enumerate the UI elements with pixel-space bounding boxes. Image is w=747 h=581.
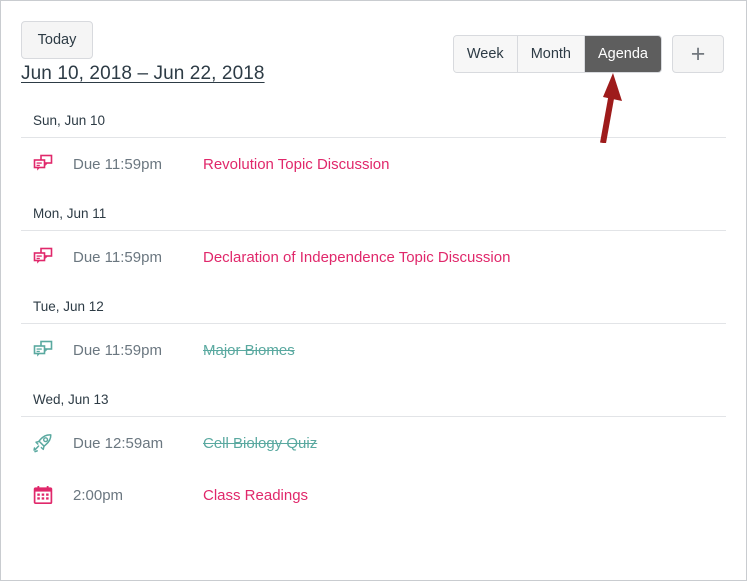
agenda-event-row[interactable]: Due 11:59pm Major Biomes [21,324,726,376]
agenda-event-row[interactable]: Due 11:59pm Revolution Topic Discussion [21,138,726,190]
event-time: Due 12:59am [73,434,164,452]
discussion-icon [33,154,53,171]
discussion-icon-wrapper [33,247,59,267]
calendar-toolbar: Today Jun 10, 2018 – Jun 22, 2018 Week M… [1,1,746,97]
event-time: Due 11:59pm [73,248,162,266]
today-button[interactable]: Today [21,21,93,59]
event-time: 2:00pm [73,486,124,504]
date-range-label[interactable]: Jun 10, 2018 – Jun 22, 2018 [21,63,265,85]
agenda-list: Sun, Jun 10 Due 11:59pm Revolution Topic D… [1,97,746,521]
agenda-day-header: Wed, Jun 13 [21,376,726,417]
event-title-link[interactable]: Cell Biology Quiz [203,435,317,452]
quiz-rocket-icon-wrapper [33,433,59,453]
tab-week[interactable]: Week [453,36,518,72]
calendar-event-icon [33,486,53,505]
agenda-event-row[interactable]: Due 12:59am Cell Biology Quiz [21,417,726,469]
discussion-icon-wrapper [33,154,59,174]
agenda-day-group: Sun, Jun 10 Due 11:59pm Revolution Topic D… [21,97,726,190]
event-title-link[interactable]: Declaration of Independence Topic Discus… [203,249,510,266]
calendar-agenda-screen: Today Jun 10, 2018 – Jun 22, 2018 Week M… [0,0,747,581]
agenda-day-group: Mon, Jun 11 Due 11:59pm Declaration of Ind… [21,190,726,283]
discussion-icon [33,247,53,264]
agenda-event-row[interactable]: Due 11:59pm Declaration of Independence T… [21,231,726,283]
discussion-icon-wrapper [33,340,59,360]
event-time: Due 11:59pm [73,155,162,173]
event-title-link[interactable]: Major Biomes [203,342,295,359]
tab-agenda[interactable]: Agenda [585,36,661,72]
agenda-event-row[interactable]: 2:00pm Class Readings [21,469,726,521]
calendar-event-icon-wrapper [33,485,59,505]
plus-icon: + [690,39,706,68]
event-title-link[interactable]: Class Readings [203,487,308,504]
quiz-rocket-icon [33,434,52,453]
agenda-day-group: Tue, Jun 12 Due 11:59pm Major Biomes [21,283,726,376]
tab-month[interactable]: Month [517,36,585,72]
discussion-icon [33,340,53,357]
agenda-day-header: Tue, Jun 12 [21,283,726,324]
event-title-link[interactable]: Revolution Topic Discussion [203,156,389,173]
calendar-view-switcher: Week Month Agenda [452,35,662,73]
agenda-day-header: Sun, Jun 10 [21,97,726,138]
agenda-day-header: Mon, Jun 11 [21,190,726,231]
agenda-day-group: Wed, Jun 13 Due 12:59am Cell Biology Quiz 2… [21,376,726,521]
event-time: Due 11:59pm [73,341,162,359]
add-event-button[interactable]: + [672,35,724,73]
